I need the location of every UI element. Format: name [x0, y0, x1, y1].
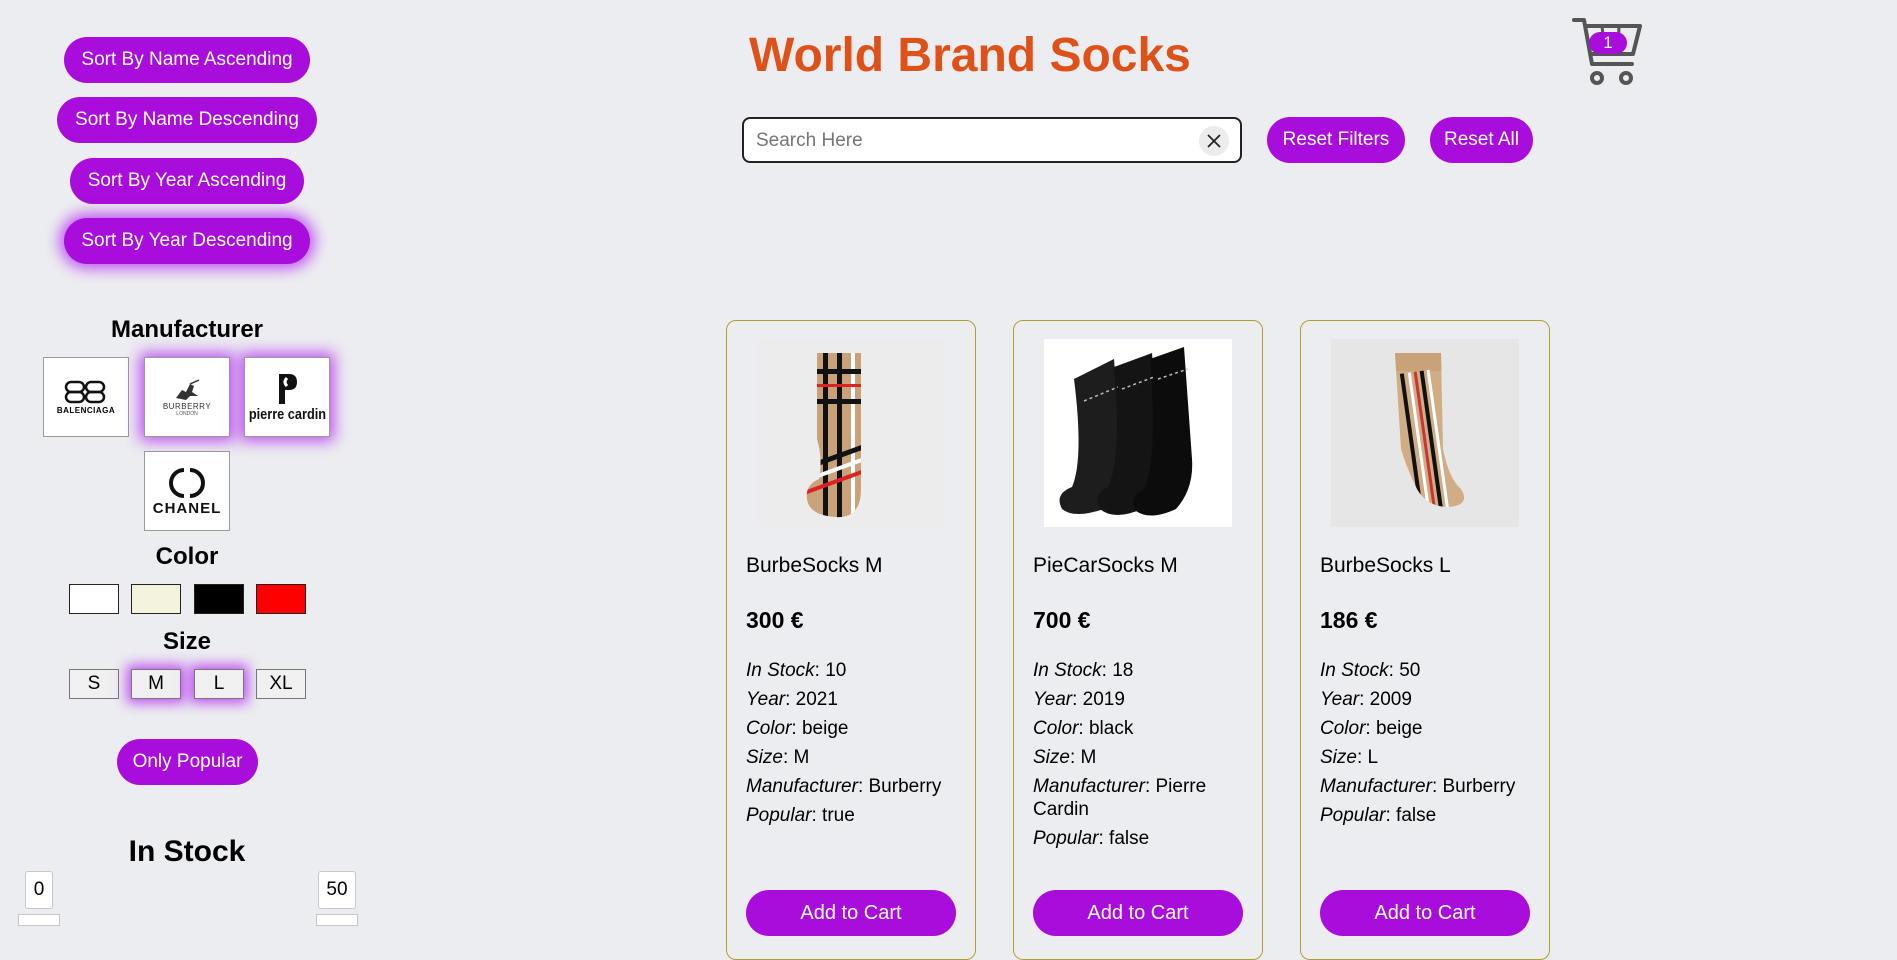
stock-min-input[interactable] [18, 914, 60, 926]
size-value: : M [1069, 747, 1097, 768]
add-to-cart-button[interactable]: Add to Cart [1033, 890, 1243, 936]
year-label: Year [1320, 689, 1360, 710]
cart-button[interactable]: 1 [1572, 16, 1642, 88]
manufacturer-value: : Burberry [857, 776, 942, 797]
sock-burberry-stripe-image [1395, 353, 1465, 507]
sort-year-desc-button[interactable]: Sort By Year Descending [64, 218, 310, 264]
brand-balenciaga[interactable]: BALENCIAGA [43, 357, 129, 437]
cart-count-badge: 1 [1589, 32, 1627, 54]
year-value: : 2009 [1359, 689, 1412, 710]
brand-chanel[interactable]: CHANEL [144, 451, 230, 531]
product-card: PieCarSocks M 700 € In Stock: 18 Year: 2… [1013, 320, 1263, 960]
size-value: : L [1356, 747, 1379, 768]
search-box [742, 117, 1242, 163]
burberry-knight-icon [176, 378, 200, 400]
popular-label: Popular [1033, 828, 1099, 849]
year-label: Year [746, 689, 786, 710]
year-value: : 2021 [785, 689, 838, 710]
add-to-cart-button[interactable]: Add to Cart [1320, 890, 1530, 936]
size-label: Size [1033, 747, 1070, 768]
popular-value: : false [1098, 828, 1150, 849]
chanel-logo-text: CHANEL [152, 499, 222, 517]
in-stock-value: : 10 [814, 660, 847, 681]
manufacturer-label: Manufacturer [1320, 776, 1432, 797]
burberry-logo-text: BURBERRY [162, 401, 212, 411]
balenciaga-logo-text: BALENCIAGA [56, 405, 116, 415]
pierre-cardin-logo-icon [279, 373, 297, 404]
size-label: Size [1320, 747, 1357, 768]
balenciaga-logo-icon [64, 380, 106, 403]
color-value: : beige [791, 718, 849, 739]
product-name: PieCarSocks M [1033, 554, 1178, 577]
sock-burberry-image [806, 353, 861, 518]
year-label: Year [1033, 689, 1073, 710]
color-swatch-white[interactable] [69, 584, 119, 614]
color-label: Color [1320, 718, 1366, 739]
burberry-logo-subtext: LONDON [176, 410, 198, 417]
manufacturer-value: : Burberry [1431, 776, 1516, 797]
product-price: 700 € [1033, 607, 1091, 633]
reset-filters-button[interactable]: Reset Filters [1267, 117, 1405, 163]
color-heading: Color [155, 543, 219, 570]
color-label: Color [1033, 718, 1079, 739]
in-stock-label: In Stock [746, 660, 815, 681]
sock-pierre-cardin-image [1059, 347, 1193, 516]
product-image [1331, 339, 1519, 527]
product-name: BurbeSocks L [1320, 554, 1451, 577]
product-price: 186 € [1320, 607, 1378, 633]
pierre-cardin-logo-text: pierre cardin [248, 405, 326, 423]
color-value: : beige [1365, 718, 1423, 739]
color-swatch-black[interactable] [194, 584, 244, 614]
product-details: In Stock: 10 Year: 2021 Color: beige Siz… [746, 659, 963, 833]
stock-max-input[interactable] [316, 914, 358, 926]
in-stock-heading: In Stock [128, 835, 246, 868]
popular-label: Popular [1320, 805, 1386, 826]
in-stock-value: : 50 [1388, 660, 1421, 681]
popular-value: : true [811, 805, 855, 826]
product-image [757, 339, 945, 527]
color-swatch-beige[interactable] [131, 584, 181, 614]
size-s-button[interactable]: S [69, 669, 119, 699]
color-label: Color [746, 718, 792, 739]
size-label: Size [746, 747, 783, 768]
popular-label: Popular [746, 805, 812, 826]
manufacturer-label: Manufacturer [1033, 776, 1145, 797]
in-stock-value: : 18 [1101, 660, 1134, 681]
page-title: World Brand Socks [749, 29, 1191, 82]
stock-max-value: 50 [318, 871, 356, 909]
stock-min-value: 0 [25, 871, 53, 909]
year-value: : 2019 [1072, 689, 1125, 710]
manufacturer-heading: Manufacturer [110, 316, 264, 343]
manufacturer-label: Manufacturer [746, 776, 858, 797]
color-value: : black [1078, 718, 1134, 739]
product-price: 300 € [746, 607, 804, 633]
size-heading: Size [162, 628, 212, 655]
in-stock-label: In Stock [1320, 660, 1389, 681]
chanel-logo-icon [169, 467, 205, 498]
color-swatch-red[interactable] [256, 584, 306, 614]
close-icon [1207, 134, 1221, 148]
only-popular-button[interactable]: Only Popular [117, 739, 258, 785]
popular-value: : false [1385, 805, 1437, 826]
clear-search-button[interactable] [1199, 126, 1229, 156]
add-to-cart-button[interactable]: Add to Cart [746, 890, 956, 936]
product-card: BurbeSocks L 186 € In Stock: 50 Year: 20… [1300, 320, 1550, 960]
size-value: : M [782, 747, 810, 768]
product-image [1044, 339, 1232, 527]
product-details: In Stock: 18 Year: 2019 Color: black Siz… [1033, 659, 1250, 856]
in-stock-label: In Stock [1033, 660, 1102, 681]
size-l-button[interactable]: L [194, 669, 244, 699]
product-details: In Stock: 50 Year: 2009 Color: beige Siz… [1320, 659, 1537, 833]
reset-all-button[interactable]: Reset All [1430, 117, 1533, 163]
sort-name-desc-button[interactable]: Sort By Name Descending [57, 97, 317, 143]
brand-pierre-cardin[interactable]: pierre cardin [244, 357, 330, 437]
brand-burberry[interactable]: BURBERRY LONDON [144, 357, 230, 437]
size-m-button[interactable]: M [131, 669, 181, 699]
product-name: BurbeSocks M [746, 554, 883, 577]
product-card: BurbeSocks M 300 € In Stock: 10 Year: 20… [726, 320, 976, 960]
sort-name-asc-button[interactable]: Sort By Name Ascending [64, 37, 310, 83]
search-input[interactable] [754, 125, 1188, 157]
sort-year-asc-button[interactable]: Sort By Year Ascending [70, 158, 304, 204]
size-xl-button[interactable]: XL [256, 669, 306, 699]
